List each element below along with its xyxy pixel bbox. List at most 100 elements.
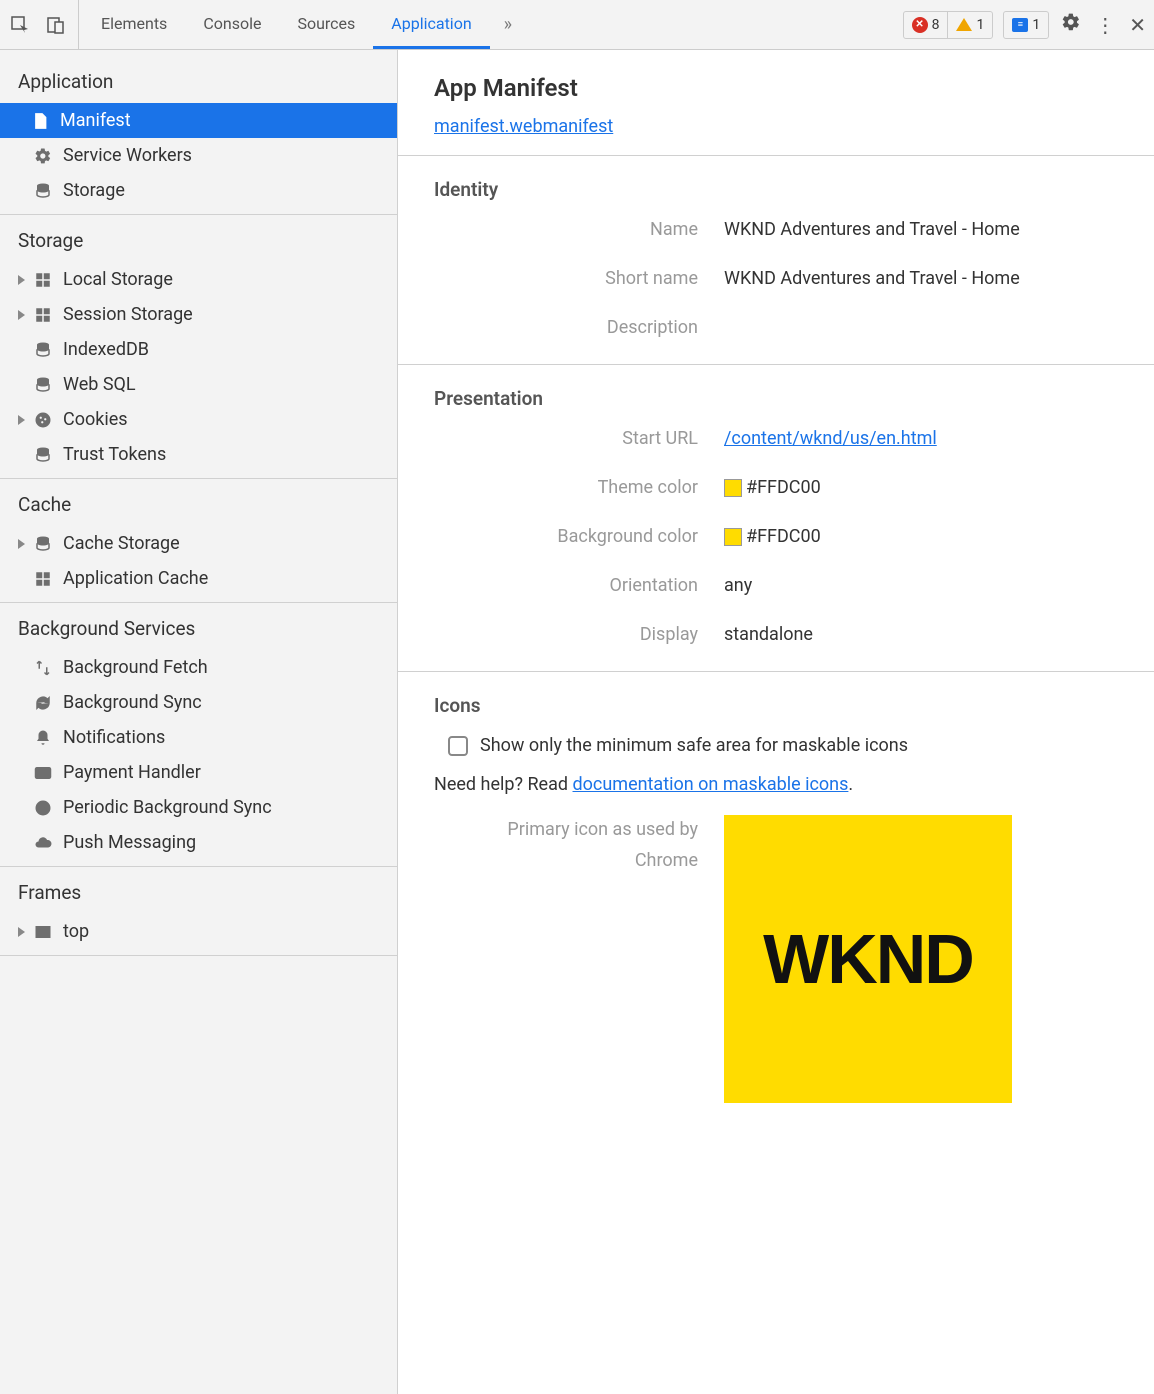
tab-console[interactable]: Console [185,0,279,49]
inspect-icon[interactable] [8,13,32,37]
sidebar-item-label: top [63,921,89,942]
sidebar-section: Background ServicesBackground FetchBackg… [0,603,397,867]
kebab-menu-icon[interactable]: ⋮ [1095,13,1115,37]
sidebar-item-indexeddb[interactable]: IndexedDB [0,332,397,367]
tab-elements[interactable]: Elements [83,0,185,49]
toolbar-left [8,0,79,49]
presentation-title: Presentation [434,387,1118,410]
sidebar-item-payment-handler[interactable]: Payment Handler [0,755,397,790]
toolbar-right: ⋮ ✕ [1053,12,1146,37]
sidebar-item-application-cache[interactable]: Application Cache [0,561,397,596]
sidebar-item-notifications[interactable]: Notifications [0,720,397,755]
file-icon [30,111,50,131]
error-icon: ✕ [912,17,928,33]
sidebar-section-title: Frames [0,867,397,914]
sidebar-item-label: Cookies [63,409,128,430]
sidebar-item-trust-tokens[interactable]: Trust Tokens [0,437,397,472]
sidebar-item-top[interactable]: top [0,914,397,949]
sidebar-item-push-messaging[interactable]: Push Messaging [0,825,397,860]
messages-badge-group[interactable]: ≡ 1 [1003,11,1049,39]
sidebar-item-cookies[interactable]: Cookies [0,402,397,437]
starturl-value[interactable]: /content/wknd/us/en.html [724,428,937,449]
sidebar-item-label: Notifications [63,727,165,748]
sidebar-item-background-sync[interactable]: Background Sync [0,685,397,720]
themecolor-swatch [724,479,742,497]
device-toggle-icon[interactable] [44,13,68,37]
clock-icon [33,798,53,818]
manifest-file-link[interactable]: manifest.webmanifest [434,116,613,137]
sidebar-item-storage[interactable]: Storage [0,173,397,208]
errors-badge[interactable]: ✕ 8 [904,12,949,38]
identity-section: Identity Name WKND Adventures and Travel… [398,156,1154,365]
sidebar-item-web-sql[interactable]: Web SQL [0,367,397,402]
field-shortname: Short name WKND Adventures and Travel - … [434,268,1118,289]
identity-title: Identity [434,178,1118,201]
field-bgcolor: Background color #FFDC00 [434,526,1118,547]
sidebar-item-label: Push Messaging [63,832,196,853]
sidebar-item-label: Application Cache [63,568,208,589]
sidebar-item-cache-storage[interactable]: Cache Storage [0,526,397,561]
message-icon: ≡ [1012,18,1028,32]
sidebar-section-title: Cache [0,479,397,526]
tab-sources[interactable]: Sources [279,0,373,49]
settings-icon[interactable] [1061,12,1081,37]
messages-count: 1 [1032,17,1040,33]
sidebar-item-label: Background Sync [63,692,202,713]
sidebar-item-label: Payment Handler [63,762,201,783]
devtools-tabs: Elements Console Sources Application [83,0,490,49]
sidebar-item-label: IndexedDB [63,339,149,360]
themecolor-label: Theme color [434,477,698,498]
sidebar-section-title: Application [0,56,397,103]
maskable-checkbox[interactable] [448,736,468,756]
warning-icon [956,18,972,31]
sidebar-item-label: Background Fetch [63,657,208,678]
sidebar-item-label: Cache Storage [63,533,180,554]
field-orientation: Orientation any [434,575,1118,596]
sidebar-section-title: Storage [0,215,397,262]
description-label: Description [434,317,698,338]
orientation-value: any [724,575,752,596]
sidebar-item-background-fetch[interactable]: Background Fetch [0,650,397,685]
devtools-toolbar: Elements Console Sources Application » ✕… [0,0,1154,50]
status-badges[interactable]: ✕ 8 1 [903,11,994,39]
sidebar-item-local-storage[interactable]: Local Storage [0,262,397,297]
sidebar-item-label: Storage [63,180,125,201]
expand-triangle-icon[interactable] [18,539,25,549]
main-area: ApplicationManifestService Workers Storag… [0,50,1154,1394]
grid-icon [33,305,53,325]
name-label: Name [434,219,698,240]
presentation-section: Presentation Start URL /content/wknd/us/… [398,365,1154,672]
expand-triangle-icon[interactable] [18,310,25,320]
expand-triangle-icon[interactable] [18,275,25,285]
maskable-checkbox-row: Show only the minimum safe area for mask… [448,735,1118,756]
field-description: Description [434,317,1118,338]
shortname-label: Short name [434,268,698,289]
primary-icon-label: Primary icon as used by Chrome [434,815,698,1103]
sidebar-item-session-storage[interactable]: Session Storage [0,297,397,332]
expand-triangle-icon[interactable] [18,415,25,425]
db-icon [33,445,53,465]
expand-triangle-icon[interactable] [18,927,25,937]
db-icon [33,534,53,554]
sidebar-item-label: Trust Tokens [63,444,166,465]
field-starturl: Start URL /content/wknd/us/en.html [434,428,1118,449]
db-icon [33,340,53,360]
errors-count: 8 [932,17,940,33]
sidebar-item-label: Periodic Background Sync [63,797,272,818]
maskable-help: Need help? Read documentation on maskabl… [434,774,1118,795]
bell-icon [33,728,53,748]
primary-icon-preview: WKND [724,815,1012,1103]
orientation-label: Orientation [434,575,698,596]
sync-icon [33,693,53,713]
sidebar-item-service-workers[interactable]: Service Workers [0,138,397,173]
sidebar-item-periodic-background-sync[interactable]: Periodic Background Sync [0,790,397,825]
warnings-badge[interactable]: 1 [948,12,992,38]
tab-application[interactable]: Application [373,0,489,49]
close-icon[interactable]: ✕ [1129,13,1146,37]
messages-badge[interactable]: ≡ 1 [1004,12,1048,38]
frame-icon [33,922,53,942]
sidebar-item-manifest[interactable]: Manifest [0,103,397,138]
maskable-doc-link[interactable]: documentation on maskable icons [573,774,849,795]
more-tabs-icon[interactable]: » [494,14,522,35]
name-value: WKND Adventures and Travel - Home [724,219,1020,240]
